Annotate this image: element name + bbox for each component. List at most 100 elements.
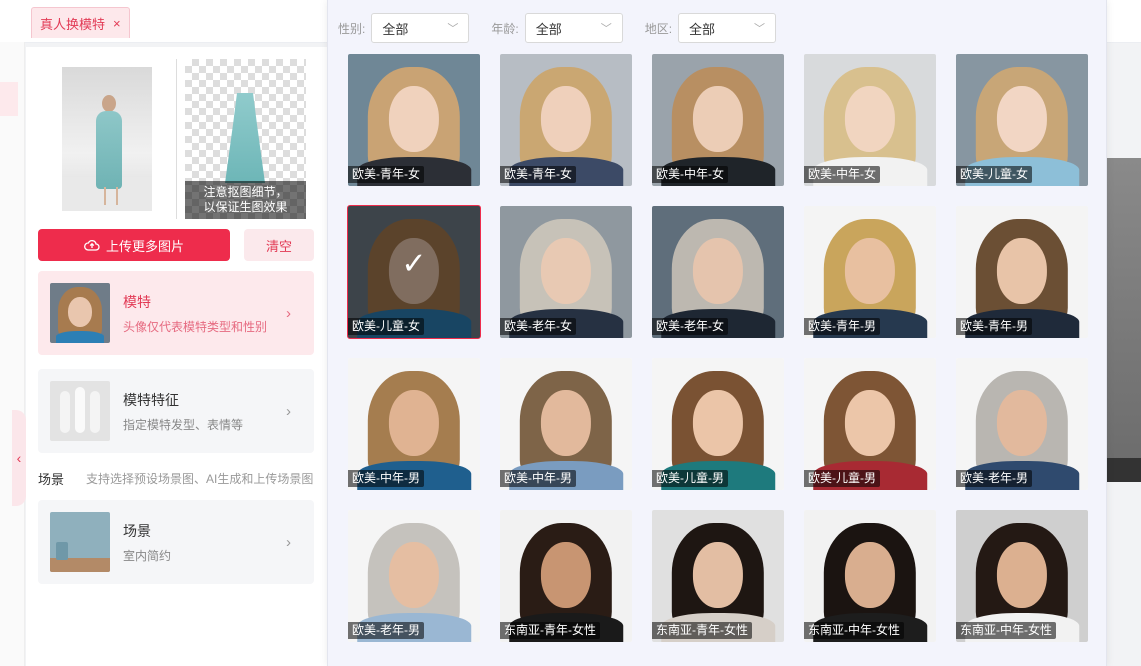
model-tile[interactable]: ✓ 欧美-儿童-女: [347, 205, 481, 339]
model-tile[interactable]: 欧美-中年-女: [652, 54, 784, 186]
tile-face: [996, 85, 1048, 152]
model-tile[interactable]: 欧美-儿童-男: [804, 358, 936, 490]
model-photo-preview[interactable]: [62, 67, 152, 211]
chevron-down-icon: ﹀: [447, 23, 459, 35]
preview-head: [102, 95, 116, 112]
model-caption: 欧美-中年-男: [500, 470, 576, 487]
left-nav-highlight[interactable]: [0, 82, 18, 116]
scene-section-title: 场景: [38, 472, 65, 487]
scene-section-hint: 支持选择预设场景图、AI生成和上传场景图: [86, 472, 314, 486]
features-card-subtitle: 指定模特发型、表情等: [123, 417, 244, 432]
tile-face: [692, 389, 744, 456]
tile-face: [844, 85, 896, 152]
model-tile[interactable]: 欧美-中年-男: [348, 358, 480, 490]
chevron-right-icon: ›: [286, 533, 291, 551]
model-caption: 欧美-儿童-男: [652, 470, 728, 487]
tile-face: [540, 541, 592, 608]
cutout-dress: [225, 93, 265, 183]
model-caption: 欧美-中年-女: [804, 166, 880, 183]
model-tile[interactable]: 欧美-老年-男: [956, 358, 1088, 490]
cloud-upload-icon: [84, 239, 100, 251]
model-card-subtitle: 头像仅代表模特类型和性别: [123, 319, 268, 334]
model-tile[interactable]: 东南亚-青年-女性: [500, 510, 632, 642]
collapse-handle[interactable]: ‹: [12, 410, 26, 506]
model-caption: 欧美-中年-女: [652, 166, 728, 183]
close-icon[interactable]: ×: [113, 16, 121, 31]
tile-face: [692, 85, 744, 152]
model-tile[interactable]: 欧美-青年-女: [500, 54, 632, 186]
age-filter-select[interactable]: 全部 ﹀: [524, 13, 623, 43]
model-caption: 欧美-老年-女: [500, 318, 576, 335]
scene-card-title: 场景: [123, 522, 151, 539]
model-tile[interactable]: 欧美-青年-女: [348, 54, 480, 186]
chevron-down-icon: ﹀: [754, 23, 766, 35]
chevron-right-icon: ›: [286, 304, 291, 322]
tile-face: [996, 541, 1048, 608]
tile-face: [540, 237, 592, 304]
model-tile[interactable]: 东南亚-青年-女性: [652, 510, 784, 642]
model-caption: 东南亚-中年-女性: [956, 622, 1056, 639]
model-tile[interactable]: 欧美-青年-男: [804, 206, 936, 338]
model-tile[interactable]: 东南亚-中年-女性: [956, 510, 1088, 642]
model-tile[interactable]: 欧美-青年-男: [956, 206, 1088, 338]
model-avatar: [50, 283, 110, 343]
tile-face: [844, 541, 896, 608]
tile-face: [540, 389, 592, 456]
cutout-note: 注意抠图细节， 以保证生图效果: [185, 181, 306, 219]
age-filter-label: 年龄:: [491, 21, 519, 36]
region-filter-select[interactable]: 全部 ﹀: [678, 13, 777, 43]
model-tile[interactable]: 东南亚-中年-女性: [804, 510, 936, 642]
model-tile[interactable]: 欧美-老年-男: [348, 510, 480, 642]
scene-card-subtitle: 室内简约: [123, 548, 172, 563]
tile-face: [844, 237, 896, 304]
model-card[interactable]: 模特 头像仅代表模特类型和性别 ›: [38, 271, 314, 355]
settings-panel: 注意抠图细节， 以保证生图效果 上传更多图片 清空 模特 头像仅代表模特类型和性…: [26, 47, 327, 666]
check-icon: ✓: [401, 247, 427, 281]
age-filter-value: 全部: [535, 21, 562, 37]
model-caption: 东南亚-中年-女性: [804, 622, 904, 639]
model-caption: 欧美-中年-男: [348, 470, 424, 487]
tile-face: [692, 541, 744, 608]
model-tile[interactable]: 欧美-老年-女: [652, 206, 784, 338]
model-tile[interactable]: 欧美-老年-女: [500, 206, 632, 338]
chevron-down-icon: ﹀: [600, 23, 612, 35]
model-tile[interactable]: 欧美-儿童-女: [956, 54, 1088, 186]
tile-face: [692, 237, 744, 304]
model-tile[interactable]: 欧美-中年-男: [500, 358, 632, 490]
note-line-2: 以保证生图效果: [203, 200, 288, 214]
chevron-right-icon: ›: [286, 402, 291, 420]
model-card-title: 模特: [123, 293, 151, 310]
tile-face: [388, 389, 440, 456]
tile-face: [996, 389, 1048, 456]
model-caption: 欧美-老年-男: [956, 470, 1032, 487]
model-tile[interactable]: 欧美-儿童-男: [652, 358, 784, 490]
cutout-preview[interactable]: 注意抠图细节， 以保证生图效果: [185, 59, 306, 219]
gender-filter-select[interactable]: 全部 ﹀: [371, 13, 470, 43]
background-preview-strip: [1106, 158, 1141, 482]
tab-model-swap[interactable]: 真人换模特 ×: [31, 7, 130, 38]
model-tile[interactable]: 欧美-中年-女: [804, 54, 936, 186]
tile-face: [844, 389, 896, 456]
model-caption: 欧美-青年-男: [804, 318, 880, 335]
scene-card[interactable]: 场景 室内简约 ›: [38, 500, 314, 584]
scene-thumb: [50, 512, 110, 572]
model-caption: 欧美-青年-男: [956, 318, 1032, 335]
mannequins-thumb: [50, 381, 110, 441]
gender-filter-value: 全部: [382, 21, 409, 37]
preview-divider: [176, 59, 177, 219]
chevron-left-icon: ‹: [16, 450, 22, 466]
upload-more-button[interactable]: 上传更多图片: [38, 229, 230, 261]
clear-button[interactable]: 清空: [244, 229, 314, 261]
model-picker-popup: 性别: 全部 ﹀ 年龄: 全部 ﹀ 地区: 全部 ﹀ 欧美-青年-女 欧美-青年-女 欧美…: [327, 0, 1107, 666]
note-line-1: 注意抠图细节，: [203, 185, 288, 199]
model-caption: 东南亚-青年-女性: [500, 622, 600, 639]
preview-legs: [104, 187, 118, 205]
region-filter-label: 地区:: [644, 21, 673, 36]
left-nav-strip: [0, 42, 25, 666]
model-caption: 欧美-青年-女: [348, 166, 424, 183]
region-filter-value: 全部: [689, 21, 716, 37]
model-caption: 东南亚-青年-女性: [652, 622, 752, 639]
model-features-card[interactable]: 模特特征 指定模特发型、表情等 ›: [38, 369, 314, 453]
preview-dress: [96, 111, 122, 189]
model-caption: 欧美-老年-女: [652, 318, 728, 335]
